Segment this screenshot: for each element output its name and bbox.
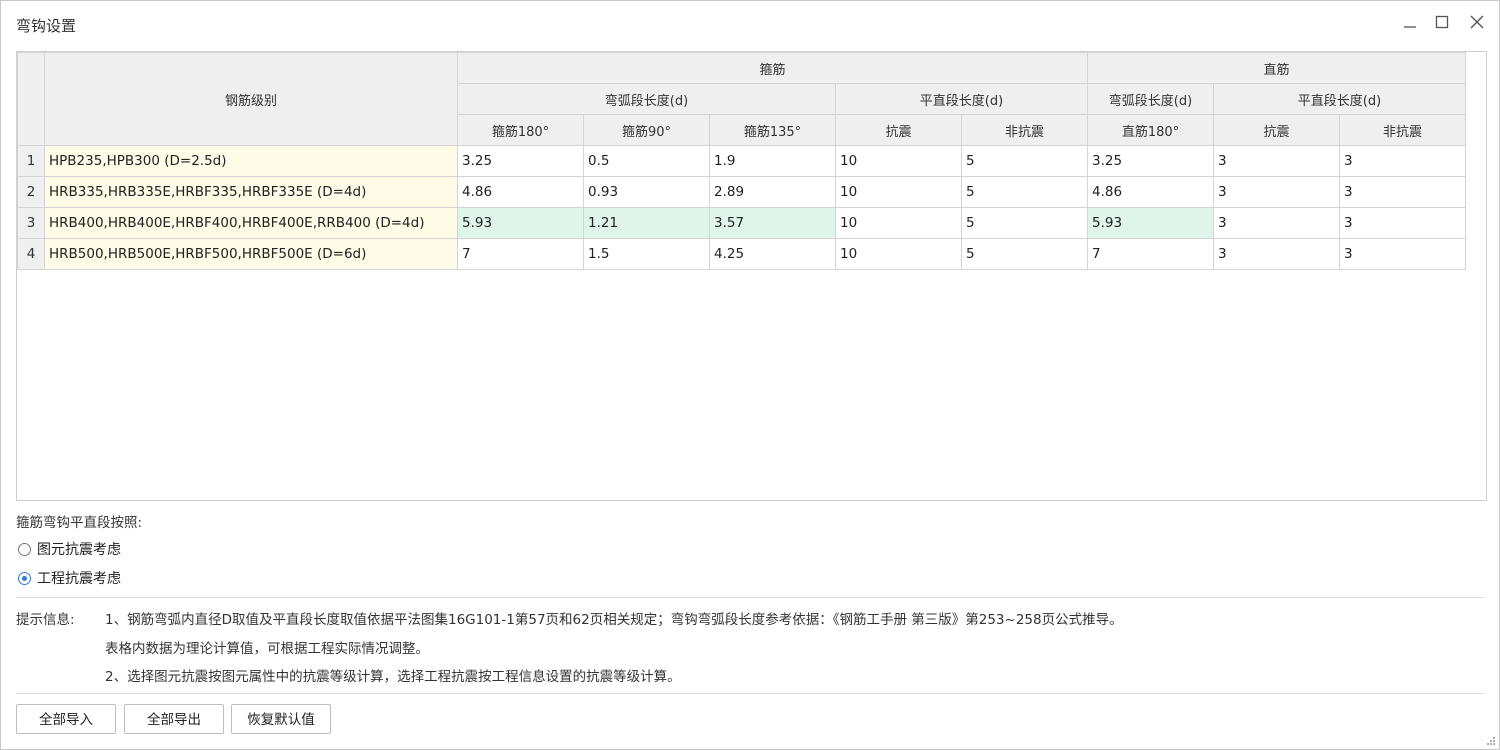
stirrup-180-cell[interactable]: 3.25	[457, 145, 584, 177]
grade-cell[interactable]: HPB235,HPB300 (D=2.5d)	[44, 145, 458, 177]
header-stirrup-180: 箍筋180°	[457, 114, 584, 146]
stirrup-180-cell[interactable]: 5.93	[457, 207, 584, 239]
data-grid: 钢筋级别 箍筋 直筋 弯弧段长度(d) 平直段长度(d) 弯弧段长度(d) 平直…	[17, 52, 1466, 270]
header-stirrup: 箍筋	[457, 52, 1088, 84]
row-number: 4	[17, 238, 45, 270]
tip-line-3: 2、选择图元抗震按图元属性中的抗震等级计算，选择工程抗震按工程信息设置的抗震等级…	[105, 669, 681, 685]
header-seismic: 抗震	[835, 114, 962, 146]
resize-grip-icon[interactable]	[1486, 736, 1496, 746]
export-all-button[interactable]: 全部导出	[124, 704, 224, 734]
stirrup-90-cell[interactable]: 1.21	[583, 207, 710, 239]
header-grade: 钢筋级别	[44, 52, 458, 146]
seismic-cell[interactable]: 10	[835, 207, 962, 239]
straight-180-cell[interactable]: 3.25	[1087, 145, 1214, 177]
straight-nonseismic-cell[interactable]: 3	[1339, 238, 1466, 270]
straight-seismic-cell[interactable]: 3	[1213, 207, 1340, 239]
tips-label: 提示信息:	[16, 612, 75, 628]
hook-settings-dialog: 弯钩设置 钢筋级别 箍筋 直筋 弯弧段长度(d) 平直段长度(d) 弯弧段长度(…	[0, 0, 1500, 750]
maximize-icon[interactable]	[1431, 13, 1453, 35]
restore-defaults-button[interactable]: 恢复默认值	[231, 704, 331, 734]
radio-checked-icon[interactable]	[18, 571, 31, 585]
straight-seismic-cell[interactable]: 3	[1213, 145, 1340, 177]
header-straight-arc-length: 弯弧段长度(d)	[1087, 83, 1214, 115]
hook-flat-basis-label: 箍筋弯钩平直段按照:	[16, 515, 143, 531]
tip-line-2: 表格内数据为理论计算值，可根据工程实际情况调整。	[105, 641, 429, 657]
straight-seismic-cell[interactable]: 3	[1213, 238, 1340, 270]
nonseismic-cell[interactable]: 5	[961, 207, 1088, 239]
stirrup-180-cell[interactable]: 7	[457, 238, 584, 270]
header-stirrup-90: 箍筋90°	[583, 114, 710, 146]
radio-element-seismic[interactable]: 图元抗震考虑	[18, 539, 121, 559]
stirrup-135-cell[interactable]: 3.57	[709, 207, 836, 239]
radio-element-seismic-label: 图元抗震考虑	[37, 542, 121, 558]
seismic-cell[interactable]: 10	[835, 238, 962, 270]
grade-cell[interactable]: HRB500,HRB500E,HRBF500,HRBF500E (D=6d)	[44, 238, 458, 270]
stirrup-135-cell[interactable]: 2.89	[709, 176, 836, 208]
import-all-button[interactable]: 全部导入	[16, 704, 116, 734]
stirrup-135-cell[interactable]: 4.25	[709, 238, 836, 270]
table-row: 2 HRB335,HRB335E,HRBF335,HRBF335E (D=4d)…	[17, 176, 1466, 208]
straight-180-cell[interactable]: 7	[1087, 238, 1214, 270]
header-straight-flat-length: 平直段长度(d)	[1213, 83, 1466, 115]
radio-unchecked-icon[interactable]	[18, 542, 31, 556]
table-row: 1 HPB235,HPB300 (D=2.5d) 3.25 0.5 1.9 10…	[17, 145, 1466, 177]
header-stirrup-135: 箍筋135°	[709, 114, 836, 146]
straight-180-cell[interactable]: 5.93	[1087, 207, 1214, 239]
divider	[16, 597, 1485, 598]
close-icon[interactable]	[1466, 13, 1488, 35]
straight-seismic-cell[interactable]: 3	[1213, 176, 1340, 208]
row-number: 3	[17, 207, 45, 239]
tip-line-1: 1、钢筋弯弧内直径D取值及平直段长度取值依据平法图集16G101-1第57页和6…	[105, 612, 1123, 628]
header-straight-seismic: 抗震	[1213, 114, 1340, 146]
straight-nonseismic-cell[interactable]: 3	[1339, 207, 1466, 239]
stirrup-90-cell[interactable]: 0.93	[583, 176, 710, 208]
header-nonseismic: 非抗震	[961, 114, 1088, 146]
radio-project-seismic[interactable]: 工程抗震考虑	[18, 568, 121, 588]
header-arc-length: 弯弧段长度(d)	[457, 83, 836, 115]
straight-nonseismic-cell[interactable]: 3	[1339, 176, 1466, 208]
nonseismic-cell[interactable]: 5	[961, 145, 1088, 177]
stirrup-90-cell[interactable]: 0.5	[583, 145, 710, 177]
corner-header	[17, 52, 45, 146]
table-row: 4 HRB500,HRB500E,HRBF500,HRBF500E (D=6d)…	[17, 238, 1466, 270]
header-flat-length: 平直段长度(d)	[835, 83, 1088, 115]
radio-project-seismic-label: 工程抗震考虑	[37, 571, 121, 587]
stirrup-135-cell[interactable]: 1.9	[709, 145, 836, 177]
stirrup-90-cell[interactable]: 1.5	[583, 238, 710, 270]
hook-settings-table: 钢筋级别 箍筋 直筋 弯弧段长度(d) 平直段长度(d) 弯弧段长度(d) 平直…	[16, 51, 1487, 501]
table-row: 3 HRB400,HRB400E,HRBF400,HRBF400E,RRB400…	[17, 207, 1466, 239]
minimize-icon[interactable]	[1399, 13, 1421, 35]
dialog-title: 弯钩设置	[16, 17, 77, 35]
nonseismic-cell[interactable]: 5	[961, 238, 1088, 270]
seismic-cell[interactable]: 10	[835, 176, 962, 208]
header-straight-nonseismic: 非抗震	[1339, 114, 1466, 146]
row-number: 1	[17, 145, 45, 177]
row-number: 2	[17, 176, 45, 208]
straight-nonseismic-cell[interactable]: 3	[1339, 145, 1466, 177]
header-straight: 直筋	[1087, 52, 1466, 84]
grade-cell[interactable]: HRB335,HRB335E,HRBF335,HRBF335E (D=4d)	[44, 176, 458, 208]
straight-180-cell[interactable]: 4.86	[1087, 176, 1214, 208]
nonseismic-cell[interactable]: 5	[961, 176, 1088, 208]
divider	[16, 693, 1485, 694]
stirrup-180-cell[interactable]: 4.86	[457, 176, 584, 208]
seismic-cell[interactable]: 10	[835, 145, 962, 177]
grade-cell[interactable]: HRB400,HRB400E,HRBF400,HRBF400E,RRB400 (…	[44, 207, 458, 239]
header-straight-180: 直筋180°	[1087, 114, 1214, 146]
title-bar: 弯钩设置	[1, 1, 1499, 47]
